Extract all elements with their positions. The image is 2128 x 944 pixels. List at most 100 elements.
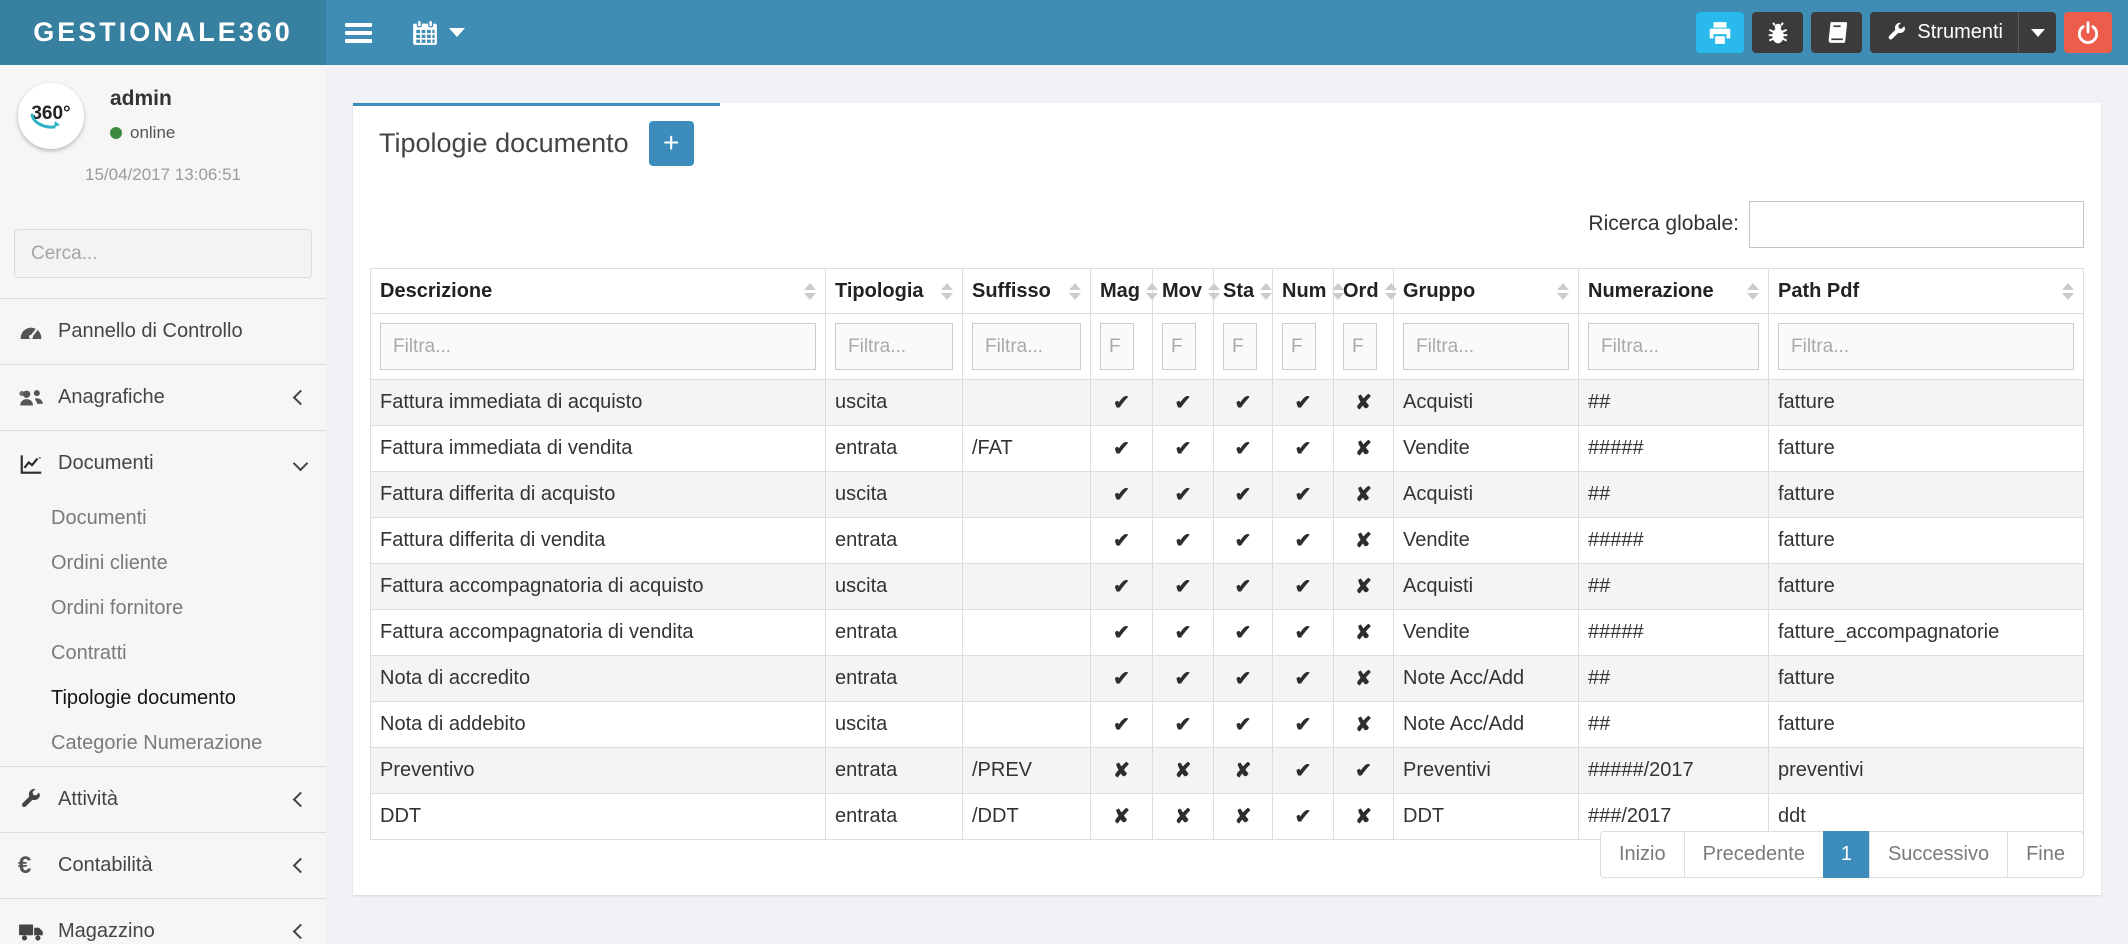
cell-num: ✔ (1273, 748, 1334, 794)
manual-button[interactable] (1811, 12, 1862, 53)
sidebar-item-magazzino[interactable]: Magazzino (0, 898, 326, 944)
table-row[interactable]: Fattura accompagnatoria di acquistouscit… (371, 564, 2084, 610)
add-document-type-button[interactable]: + (649, 121, 694, 166)
check-icon: ✔ (1295, 668, 1312, 690)
cell-suffisso (963, 610, 1091, 656)
table-row[interactable]: Preventivoentrata/PREV✘✘✘✔✔Preventivi###… (371, 748, 2084, 794)
sidebar: 360° admin online 15/04/2017 13:06:51 Pa… (0, 65, 326, 944)
sidebar-item-anagrafiche[interactable]: Anagrafiche (0, 364, 326, 430)
sidebar-subitem-ordini-cliente[interactable]: Ordini cliente (0, 541, 326, 586)
table-toolbar: Ricerca globale: (353, 180, 2101, 268)
column-header-descrizione[interactable]: Descrizione (371, 269, 826, 314)
filter-input-tipologia[interactable] (835, 323, 953, 370)
printer-icon (1707, 20, 1733, 46)
sidebar-item-contabilita[interactable]: € Contabilità (0, 832, 326, 898)
sidebar-subitem-contratti[interactable]: Contratti (0, 631, 326, 676)
column-header-path_pdf[interactable]: Path Pdf (1769, 269, 2084, 314)
tools-button[interactable]: Strumenti (1870, 12, 2018, 53)
cell-num: ✔ (1273, 518, 1334, 564)
table-row[interactable]: Nota di accreditoentrata✔✔✔✔✘Note Acc/Ad… (371, 656, 2084, 702)
cell-numerazione: ##### (1579, 426, 1769, 472)
column-header-mag[interactable]: Mag (1091, 269, 1153, 314)
table-row[interactable]: Fattura differita di acquistouscita✔✔✔✔✘… (371, 472, 2084, 518)
header-row: DescrizioneTipologiaSuffissoMagMovStaNum… (371, 269, 2084, 314)
check-icon: ✔ (1235, 484, 1252, 506)
column-header-suffisso[interactable]: Suffisso (963, 269, 1091, 314)
column-label: Suffisso (972, 280, 1051, 303)
cell-numerazione: ## (1579, 472, 1769, 518)
column-header-mov[interactable]: Mov (1153, 269, 1214, 314)
sidebar-search-input[interactable] (14, 229, 312, 278)
sidebar-toggle-button[interactable] (326, 0, 391, 65)
sidebar-item-attivita[interactable]: Attività (0, 766, 326, 832)
table-row[interactable]: Fattura differita di venditaentrata✔✔✔✔✘… (371, 518, 2084, 564)
sidebar-item-pannello-di-controllo[interactable]: Pannello di Controllo (0, 298, 326, 364)
column-header-numerazione[interactable]: Numerazione (1579, 269, 1769, 314)
caret-down-icon (449, 28, 465, 37)
sidebar-subitem-categorie-numerazione[interactable]: Categorie Numerazione (0, 721, 326, 766)
column-header-ord[interactable]: Ord (1334, 269, 1394, 314)
calendar-menu-button[interactable] (391, 0, 484, 65)
table-row[interactable]: Fattura immediata di venditaentrata/FAT✔… (371, 426, 2084, 472)
cross-icon: ✘ (1355, 576, 1372, 598)
tools-button-label: Strumenti (1917, 21, 2003, 44)
column-header-sta[interactable]: Sta (1214, 269, 1273, 314)
column-header-tipologia[interactable]: Tipologia (826, 269, 963, 314)
page-button-precedente[interactable]: Precedente (1684, 831, 1824, 878)
cell-numerazione: ## (1579, 564, 1769, 610)
filter-cell-ord (1334, 314, 1394, 380)
table-row[interactable]: Fattura immediata di acquistouscita✔✔✔✔✘… (371, 380, 2084, 426)
sidebar-subitem-documenti[interactable]: Documenti (0, 496, 326, 541)
bug-report-button[interactable] (1752, 12, 1803, 53)
sidebar-item-documenti[interactable]: Documenti (0, 430, 326, 496)
table-row[interactable]: Nota di addebitouscita✔✔✔✔✘Note Acc/Add#… (371, 702, 2084, 748)
check-icon: ✔ (1175, 438, 1192, 460)
filter-input-path_pdf[interactable] (1778, 323, 2074, 370)
filter-input-numerazione[interactable] (1588, 323, 1759, 370)
tab-tipologie-documento[interactable]: Tipologie documento + (353, 103, 720, 180)
sidebar-subitem-label: Ordini fornitore (51, 597, 183, 620)
cell-path_pdf: fatture (1769, 380, 2084, 426)
column-header-gruppo[interactable]: Gruppo (1394, 269, 1579, 314)
page-button-1[interactable]: 1 (1823, 831, 1870, 878)
filter-input-ord[interactable] (1343, 323, 1377, 370)
filter-input-gruppo[interactable] (1403, 323, 1569, 370)
cell-tipologia: uscita (826, 702, 963, 748)
cell-path_pdf: preventivi (1769, 748, 2084, 794)
sort-icon (1208, 283, 1220, 300)
page-button-inizio[interactable]: Inizio (1600, 831, 1685, 878)
check-icon: ✔ (1175, 392, 1192, 414)
tools-dropdown-caret-button[interactable] (2018, 12, 2056, 53)
sort-icon (1557, 283, 1569, 300)
filter-input-sta[interactable] (1223, 323, 1257, 370)
cell-suffisso: /PREV (963, 748, 1091, 794)
cell-descrizione: Fattura accompagnatoria di vendita (371, 610, 826, 656)
column-header-num[interactable]: Num (1273, 269, 1334, 314)
sidebar-subitem-tipologie-documento[interactable]: Tipologie documento (0, 676, 326, 721)
logout-button[interactable] (2064, 12, 2112, 53)
cross-icon: ✘ (1355, 392, 1372, 414)
navbar-main: Strumenti (326, 0, 2128, 65)
cell-tipologia: uscita (826, 564, 963, 610)
filter-input-num[interactable] (1282, 323, 1316, 370)
filter-input-mag[interactable] (1100, 323, 1134, 370)
chart-line-icon (18, 451, 58, 477)
column-header-inner: Mag (1100, 278, 1143, 304)
check-icon: ✔ (1113, 576, 1130, 598)
filter-input-descrizione[interactable] (380, 323, 816, 370)
page-button-fine[interactable]: Fine (2007, 831, 2084, 878)
sidebar-subitem-ordini-fornitore[interactable]: Ordini fornitore (0, 586, 326, 631)
cell-num: ✔ (1273, 794, 1334, 840)
cell-suffisso (963, 656, 1091, 702)
print-button[interactable] (1696, 12, 1744, 53)
sidebar-search (14, 229, 312, 278)
cell-path_pdf: fatture_accompagnatorie (1769, 610, 2084, 656)
cell-tipologia: entrata (826, 748, 963, 794)
sidebar-subitem-label: Contratti (51, 642, 127, 665)
table-row[interactable]: Fattura accompagnatoria di venditaentrat… (371, 610, 2084, 656)
page-button-successivo[interactable]: Successivo (1869, 831, 2008, 878)
filter-input-mov[interactable] (1162, 323, 1196, 370)
filter-input-suffisso[interactable] (972, 323, 1081, 370)
global-search-input[interactable] (1749, 201, 2084, 248)
cell-descrizione: Fattura differita di vendita (371, 518, 826, 564)
